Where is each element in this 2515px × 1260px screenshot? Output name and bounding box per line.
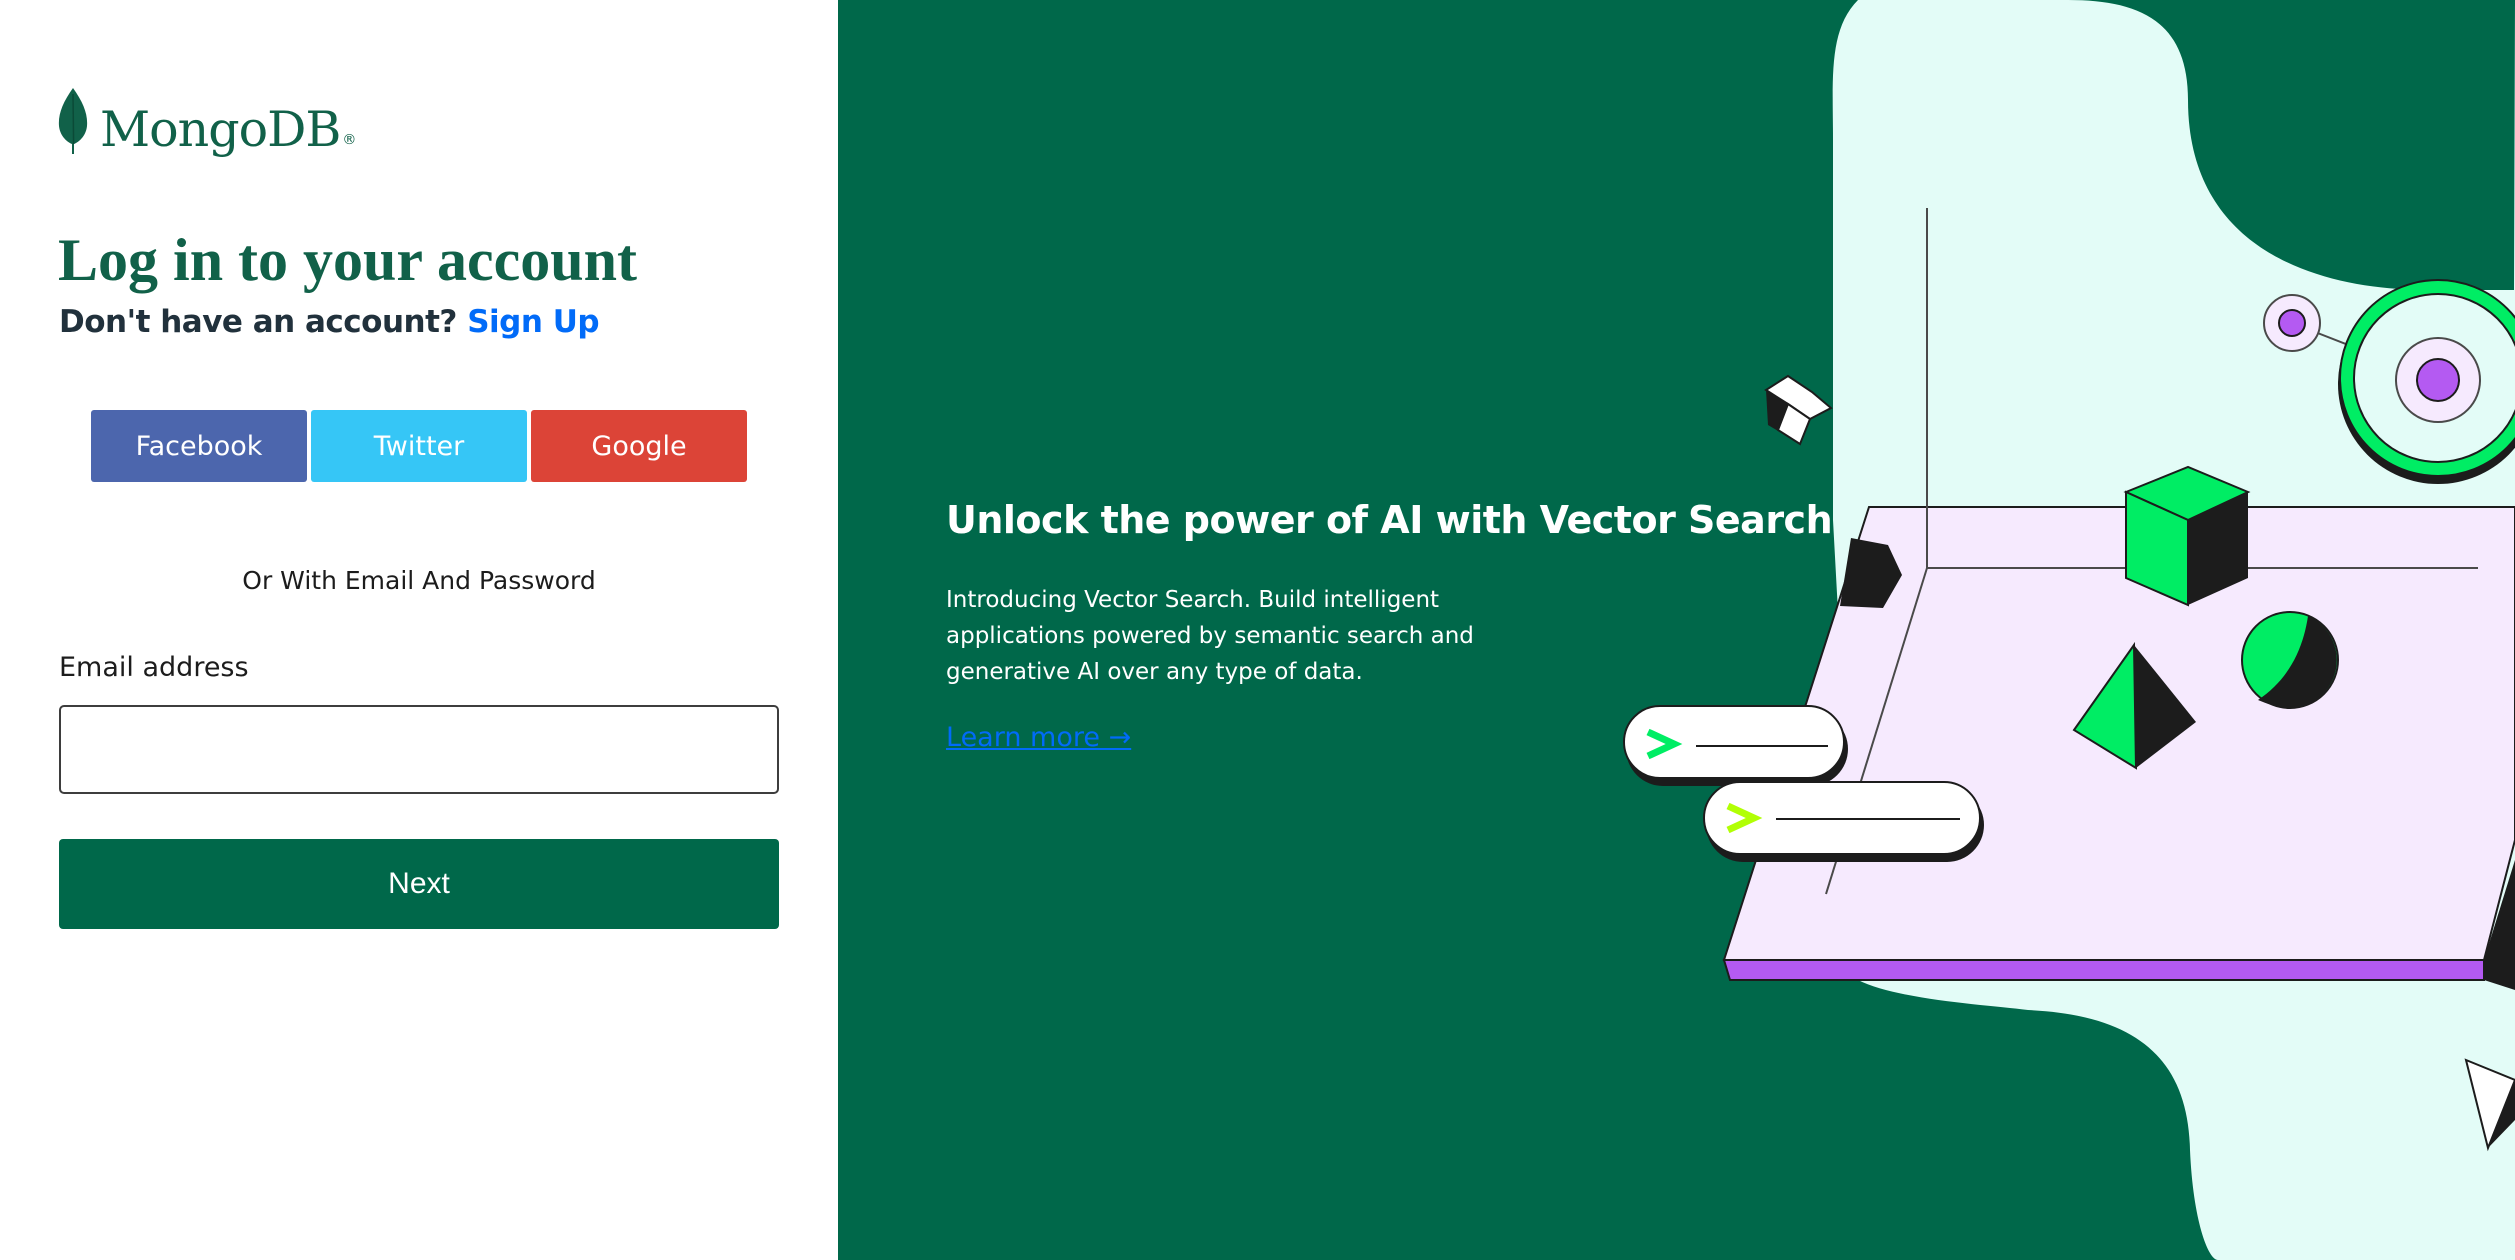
signup-prompt-text: Don't have an account? [59, 304, 457, 340]
signup-prompt: Don't have an account? Sign Up [59, 304, 600, 340]
registered-mark: ® [342, 132, 357, 148]
terminal-pill-2 [1703, 781, 1984, 862]
google-login-button[interactable]: Google [531, 410, 747, 482]
signup-link[interactable]: Sign Up [467, 304, 599, 340]
page-title: Log in to your account [58, 227, 637, 293]
terminal-pill-1 [1623, 705, 1848, 786]
floating-cube [1764, 374, 1833, 446]
login-divider-text: Or With Email And Password [242, 566, 596, 595]
learn-more-link[interactable]: Learn more → [946, 722, 1131, 753]
email-label: Email address [59, 652, 249, 683]
green-sphere [2241, 611, 2339, 709]
email-input[interactable] [59, 705, 779, 794]
login-panel: MongoDB ® Log in to your account Don't h… [0, 0, 838, 1260]
logo-wordmark: MongoDB [100, 101, 341, 158]
facebook-login-button[interactable]: Facebook [91, 410, 307, 482]
leaf-icon [58, 88, 88, 154]
mongodb-logo[interactable]: MongoDB ® [58, 88, 356, 154]
next-button[interactable]: Next [59, 839, 779, 929]
twitter-login-button[interactable]: Twitter [311, 410, 527, 482]
promo-panel: Unlock the power of AI with Vector Searc… [838, 0, 2515, 1260]
promo-description: Introducing Vector Search. Build intelli… [946, 587, 1474, 685]
green-cube [2123, 465, 2251, 607]
promo-title: Unlock the power of AI with Vector Searc… [946, 498, 1833, 542]
platform-side [1722, 959, 2485, 981]
